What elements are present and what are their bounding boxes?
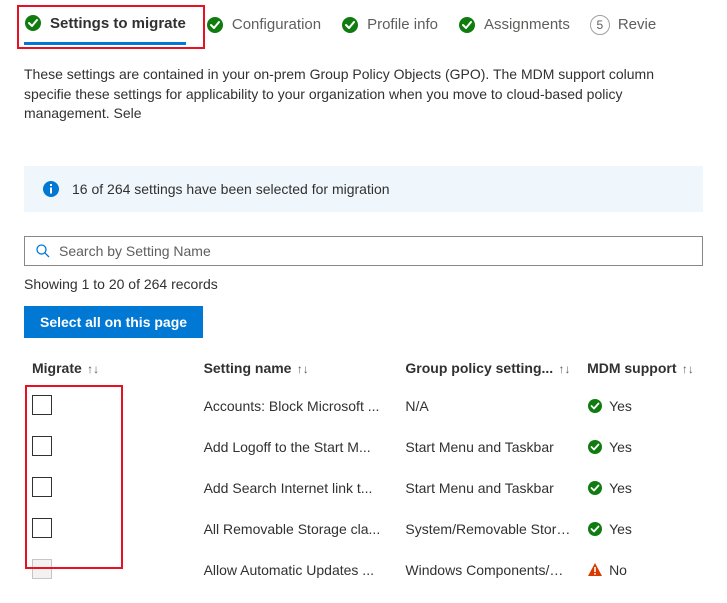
sort-icon: ↑↓ — [555, 362, 570, 376]
setting-name-cell[interactable]: All Removable Storage cla... — [196, 509, 398, 550]
migrate-checkbox[interactable] — [32, 477, 52, 497]
mdm-cell: Yes — [587, 439, 695, 455]
tab-label: Assignments — [484, 16, 570, 33]
tab-step-1[interactable]: Settings to migrate — [24, 14, 186, 45]
table-row: Add Logoff to the Start M...Start Menu a… — [24, 427, 703, 468]
check-icon — [587, 439, 603, 455]
gpo-cell: Windows Components/Wi... — [397, 550, 579, 591]
gpo-cell: N/A — [397, 386, 579, 427]
mdm-cell: Yes — [587, 398, 695, 414]
search-box[interactable] — [24, 236, 703, 266]
banner-text: 16 of 264 settings have been selected fo… — [72, 181, 390, 197]
tab-label: Configuration — [232, 16, 321, 33]
col-header-gpo[interactable]: Group policy setting... ↑↓ — [397, 350, 579, 386]
tab-step-3[interactable]: Profile info — [341, 16, 438, 44]
mdm-cell: Yes — [587, 521, 695, 537]
gpo-cell: Start Menu and Taskbar — [397, 427, 579, 468]
check-icon — [206, 16, 224, 34]
search-input[interactable] — [59, 243, 692, 259]
check-icon — [24, 14, 42, 32]
sort-icon: ↑↓ — [679, 362, 694, 376]
check-icon — [341, 16, 359, 34]
check-icon — [587, 480, 603, 496]
sort-icon: ↑↓ — [84, 362, 99, 376]
info-icon — [42, 180, 60, 198]
migrate-checkbox[interactable] — [32, 395, 52, 415]
step-number-icon: 5 — [590, 15, 610, 35]
gpo-cell: Start Menu and Taskbar — [397, 468, 579, 509]
col-header-migrate[interactable]: Migrate ↑↓ — [24, 350, 196, 386]
wizard-tabs: Settings to migrate Configuration Profile … — [0, 0, 727, 45]
setting-name-cell[interactable]: Add Search Internet link t... — [196, 468, 398, 509]
setting-name-cell[interactable]: Accounts: Block Microsoft ... — [196, 386, 398, 427]
description-text: These settings are contained in your on-… — [0, 45, 727, 124]
check-icon — [458, 16, 476, 34]
mdm-cell: Yes — [587, 480, 695, 496]
table-row: Accounts: Block Microsoft ...N/A Yes — [24, 386, 703, 427]
settings-table: Migrate ↑↓ Setting name ↑↓ Group policy … — [24, 350, 703, 591]
tab-step-5[interactable]: 5 Revie — [590, 15, 656, 45]
table-row: Allow Automatic Updates ...Windows Compo… — [24, 550, 703, 591]
col-header-setting-name[interactable]: Setting name ↑↓ — [196, 350, 398, 386]
setting-name-cell[interactable]: Allow Automatic Updates ... — [196, 550, 398, 591]
check-icon — [587, 521, 603, 537]
table-row: All Removable Storage cla...System/Remov… — [24, 509, 703, 550]
search-icon — [35, 243, 51, 259]
check-icon — [587, 398, 603, 414]
sort-icon: ↑↓ — [293, 362, 308, 376]
tab-label: Revie — [618, 16, 656, 33]
setting-name-cell[interactable]: Add Logoff to the Start M... — [196, 427, 398, 468]
tab-step-2[interactable]: Configuration — [206, 16, 321, 44]
tab-label: Profile info — [367, 16, 438, 33]
col-header-mdm[interactable]: MDM support ↑↓ — [579, 350, 703, 386]
tab-label: Settings to migrate — [50, 15, 186, 32]
migrate-checkbox — [32, 559, 52, 579]
table-row: Add Search Internet link t...Start Menu … — [24, 468, 703, 509]
warning-icon — [587, 562, 603, 578]
info-banner: 16 of 264 settings have been selected fo… — [24, 166, 703, 212]
gpo-cell: System/Removable Storag... — [397, 509, 579, 550]
mdm-cell: No — [587, 562, 695, 578]
tab-step-4[interactable]: Assignments — [458, 16, 570, 44]
record-count: Showing 1 to 20 of 264 records — [0, 266, 727, 292]
search-container — [24, 236, 703, 266]
migrate-checkbox[interactable] — [32, 436, 52, 456]
select-all-button[interactable]: Select all on this page — [24, 306, 203, 338]
migrate-checkbox[interactable] — [32, 518, 52, 538]
